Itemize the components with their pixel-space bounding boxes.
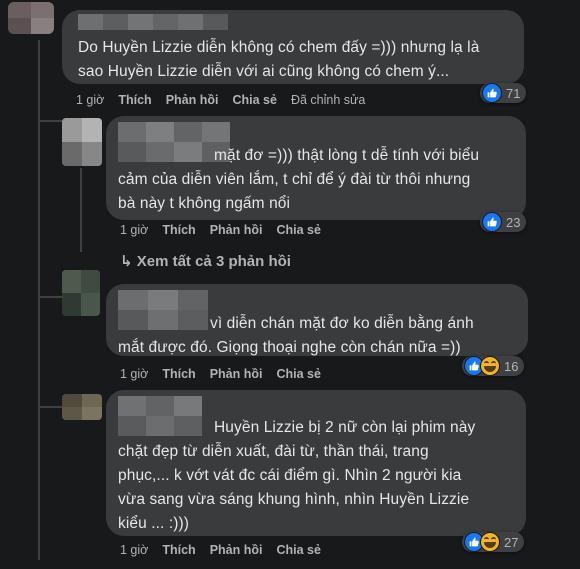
haha-icon: [480, 532, 500, 552]
comment-text-line: sao Huyền Lizzie diễn với ai cũng không …: [78, 63, 450, 80]
reply-button[interactable]: Phản hồi: [210, 223, 263, 237]
comment-text: mặt đơ =))) thật lòng t dễ tính với biểu…: [118, 144, 518, 216]
comment-text-line: vừa sang vừa sáng khung hình, nhìn Huyền…: [118, 491, 470, 508]
reaction-count: 16: [504, 358, 519, 374]
edited-label[interactable]: Đã chỉnh sửa: [291, 93, 365, 107]
like-button[interactable]: Thích: [162, 223, 195, 237]
comment-text-line: vì diễn chán mặt đơ ko diễn bằng ánh: [210, 315, 474, 332]
share-button[interactable]: Chia sẻ: [276, 543, 320, 557]
like-button[interactable]: Thích: [162, 367, 195, 381]
comment-text-line: mặt đơ =))) thật lòng t dễ tính với biểu: [214, 147, 480, 164]
timestamp[interactable]: 1 giờ: [120, 367, 148, 381]
comment-text-line: kiểu ... :))): [118, 515, 190, 532]
comment-text: Do Huyền Lizzie diễn không có chem đấy =…: [78, 36, 518, 84]
avatar[interactable]: [8, 2, 54, 34]
share-button[interactable]: Chia sẻ: [276, 223, 320, 237]
reply-button[interactable]: Phản hồi: [166, 93, 219, 107]
reaction-summary[interactable]: 23: [480, 212, 527, 232]
like-button[interactable]: Thích: [118, 93, 151, 107]
thread-line-inner: [80, 168, 82, 252]
timestamp[interactable]: 1 giờ: [76, 93, 104, 107]
reaction-count: 27: [504, 534, 519, 550]
comment-text: vì diễn chán mặt đơ ko diễn bằng ánh mắt…: [118, 312, 518, 360]
comment-text: Huyền Lizzie bị 2 nữ còn lại phim này ch…: [118, 416, 518, 536]
share-button[interactable]: Chia sẻ: [276, 367, 320, 381]
reaction-count: 71: [506, 85, 521, 101]
thread-branch: [38, 120, 62, 122]
comment-text-line: chặt đẹp từ diễn xuất, đài từ, thần thái…: [118, 443, 429, 460]
reaction-summary[interactable]: 27: [462, 532, 525, 552]
reaction-summary[interactable]: 16: [462, 356, 525, 376]
haha-icon: [480, 356, 500, 376]
commenter-name-blurred[interactable]: [78, 14, 228, 30]
comment-text-line: cảm của diễn viên lắm, t chỉ để ý đài từ…: [118, 171, 471, 188]
thread-branch: [38, 296, 62, 298]
comment-actions: 1 giờ Thích Phản hồi Chia sẻ: [120, 543, 321, 557]
avatar[interactable]: [62, 270, 100, 316]
like-icon: [482, 83, 502, 103]
comment-actions: 1 giờ Thích Phản hồi Chia sẻ: [120, 367, 321, 381]
like-button[interactable]: Thích: [162, 543, 195, 557]
reaction-count: 23: [506, 214, 521, 230]
like-icon: [482, 212, 502, 232]
thread-line: [38, 40, 40, 560]
reply-button[interactable]: Phản hồi: [210, 367, 263, 381]
comment-text-line: Do Huyền Lizzie diễn không có chem đấy =…: [78, 39, 480, 56]
reaction-summary[interactable]: 71: [480, 83, 527, 103]
timestamp[interactable]: 1 giờ: [120, 543, 148, 557]
reply-button[interactable]: Phản hồi: [210, 543, 263, 557]
comment-text-line: Huyền Lizzie bị 2 nữ còn lại phim này: [214, 419, 476, 436]
comment-text-line: phục,... k vớt vát đc cái điểm gì. Nhìn …: [118, 467, 462, 484]
comment-text-line: mắt được đó. Giọng thoại nghe còn chán n…: [118, 339, 461, 356]
comment-text-line: bà này t không ngấm nổi: [118, 195, 291, 212]
comment-actions: 1 giờ Thích Phản hồi Chia sẻ Đã chỉnh sử…: [76, 93, 365, 107]
avatar[interactable]: [62, 118, 102, 166]
share-button[interactable]: Chia sẻ: [232, 93, 276, 107]
timestamp[interactable]: 1 giờ: [120, 223, 148, 237]
see-all-replies-link[interactable]: ↳ Xem tất cả 3 phản hồi: [120, 252, 291, 270]
thread-branch: [38, 406, 62, 408]
comment-actions: 1 giờ Thích Phản hồi Chia sẻ: [120, 223, 321, 237]
avatar[interactable]: [62, 394, 102, 420]
